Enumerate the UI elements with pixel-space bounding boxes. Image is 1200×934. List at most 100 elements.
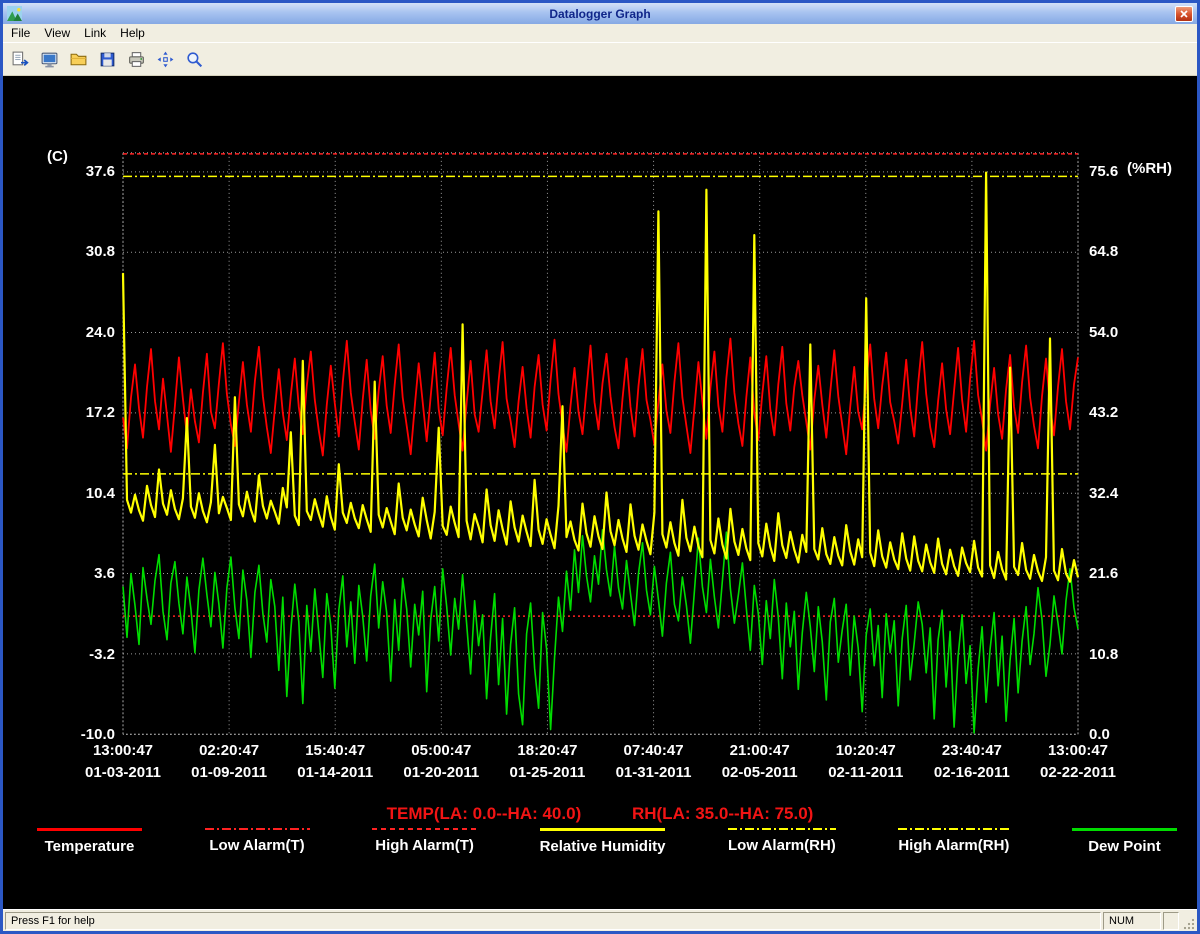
display-graph-button[interactable] <box>36 46 63 73</box>
x-tick-date: 01-14-2011 <box>279 764 391 784</box>
x-tick-date: 01-25-2011 <box>491 764 603 784</box>
x-tick-time: 10:20:47 <box>810 742 922 764</box>
menu-item-help[interactable]: Help <box>113 24 152 42</box>
printer-icon <box>127 50 146 69</box>
menu-item-view[interactable]: View <box>37 24 77 42</box>
x-tick-time: 13:00:47 <box>1022 742 1134 764</box>
magnifier-icon <box>185 50 204 69</box>
zoom-fit-button[interactable] <box>152 46 179 73</box>
legend-swatch-dew-point <box>1072 828 1177 831</box>
temp-alarm-text: TEMP(LA: 0.0--HA: 40.0) <box>387 804 582 823</box>
status-message: Press F1 for help <box>5 912 1101 930</box>
legend-item-low-alarm-rh: Low Alarm(RH) <box>728 828 836 855</box>
legend-label: Dew Point <box>1088 838 1161 855</box>
window-title: Datalogger Graph <box>3 7 1197 21</box>
print-button[interactable] <box>123 46 150 73</box>
right-axis-tick: 64.8 <box>1089 243 1173 261</box>
x-tick-time: 05:00:47 <box>385 742 497 764</box>
x-tick-time: 18:20:47 <box>491 742 603 764</box>
x-axis-tick: 13:00:4702-22-2011 <box>1022 742 1134 784</box>
x-axis-tick: 15:40:4701-14-2011 <box>279 742 391 784</box>
legend-label: Temperature <box>45 838 135 855</box>
legend-label: High Alarm(T) <box>375 837 474 854</box>
left-axis-tick: 30.8 <box>41 243 115 261</box>
resize-grip[interactable] <box>1181 912 1195 930</box>
close-icon <box>1179 9 1189 19</box>
app-window: Datalogger Graph FileViewLinkHelp (C) (%… <box>0 0 1200 934</box>
legend-item-high-alarm-t: High Alarm(T) <box>372 828 477 855</box>
chart-plot[interactable] <box>3 76 1197 909</box>
x-tick-time: 23:40:47 <box>916 742 1028 764</box>
save-icon <box>98 50 117 69</box>
x-tick-date: 02-22-2011 <box>1022 764 1134 784</box>
status-extra-panel <box>1163 912 1179 930</box>
resize-grip-icon <box>1183 918 1195 930</box>
legend-swatch-high-alarm-rh <box>898 828 1009 830</box>
legend-label: Low Alarm(RH) <box>728 837 836 854</box>
status-bar: Press F1 for help NUM <box>3 909 1197 931</box>
right-axis-tick: 43.2 <box>1089 404 1173 422</box>
chart-legend: Temperature Low Alarm(T) High Alarm(T) Rela… <box>37 828 1177 855</box>
legend-swatch-temperature <box>37 828 142 831</box>
left-axis-tick: 37.6 <box>41 163 115 181</box>
save-file-button[interactable] <box>94 46 121 73</box>
left-axis-tick: 3.6 <box>41 565 115 583</box>
legend-label: Relative Humidity <box>540 838 666 855</box>
data-transfer-icon <box>11 50 30 69</box>
alarm-settings-title: TEMP(LA: 0.0--HA: 40.0) RH(LA: 35.0--HA:… <box>3 804 1197 824</box>
right-axis-tick: 75.6 <box>1089 163 1173 181</box>
left-axis-tick: 24.0 <box>41 324 115 342</box>
status-num-indicator: NUM <box>1103 912 1161 930</box>
export-data-button[interactable] <box>7 46 34 73</box>
x-tick-date: 01-31-2011 <box>598 764 710 784</box>
x-axis-tick: 05:00:4701-20-2011 <box>385 742 497 784</box>
legend-item-relative-humidity: Relative Humidity <box>540 828 666 855</box>
x-tick-date: 01-20-2011 <box>385 764 497 784</box>
x-axis-tick: 02:20:4701-09-2011 <box>173 742 285 784</box>
zoom-fit-icon <box>156 50 175 69</box>
x-tick-date: 01-03-2011 <box>67 764 179 784</box>
rh-alarm-text: RH(LA: 35.0--HA: 75.0) <box>632 804 813 823</box>
x-axis-tick: 07:40:4701-31-2011 <box>598 742 710 784</box>
x-tick-date: 01-09-2011 <box>173 764 285 784</box>
legend-swatch-relative-humidity <box>540 828 666 831</box>
x-tick-time: 13:00:47 <box>67 742 179 764</box>
x-tick-time: 15:40:47 <box>279 742 391 764</box>
toolbar <box>3 43 1197 76</box>
close-button[interactable] <box>1175 6 1193 22</box>
x-tick-date: 02-16-2011 <box>916 764 1028 784</box>
zoom-button[interactable] <box>181 46 208 73</box>
chart-area[interactable]: (C) (%RH) TEMP(LA: 0.0--HA: 40.0) RH(LA:… <box>3 76 1197 909</box>
left-axis-tick: 17.2 <box>41 404 115 422</box>
x-tick-time: 07:40:47 <box>598 742 710 764</box>
right-axis-tick: 10.8 <box>1089 646 1173 664</box>
right-axis-tick: 32.4 <box>1089 485 1173 503</box>
legend-swatch-high-alarm-t <box>372 828 477 830</box>
legend-label: Low Alarm(T) <box>209 837 304 854</box>
left-axis-tick: -3.2 <box>41 646 115 664</box>
x-axis-tick: 18:20:4701-25-2011 <box>491 742 603 784</box>
legend-item-high-alarm-rh: High Alarm(RH) <box>898 828 1009 855</box>
menu-item-link[interactable]: Link <box>77 24 113 42</box>
x-tick-time: 02:20:47 <box>173 742 285 764</box>
x-axis-tick: 21:00:4702-05-2011 <box>704 742 816 784</box>
legend-swatch-low-alarm-rh <box>728 828 836 830</box>
menu-bar: FileViewLinkHelp <box>3 24 1197 43</box>
x-tick-time: 21:00:47 <box>704 742 816 764</box>
legend-item-low-alarm-t: Low Alarm(T) <box>205 828 310 855</box>
monitor-icon <box>40 50 59 69</box>
legend-swatch-low-alarm-t <box>205 828 310 830</box>
open-folder-icon <box>69 50 88 69</box>
x-axis-tick: 23:40:4702-16-2011 <box>916 742 1028 784</box>
x-tick-date: 02-05-2011 <box>704 764 816 784</box>
legend-label: High Alarm(RH) <box>898 837 1009 854</box>
legend-item-dew-point: Dew Point <box>1072 828 1177 855</box>
menu-item-file[interactable]: File <box>4 24 37 42</box>
open-file-button[interactable] <box>65 46 92 73</box>
series-relative-humidity <box>123 173 1078 582</box>
x-tick-date: 02-11-2011 <box>810 764 922 784</box>
title-bar[interactable]: Datalogger Graph <box>3 3 1197 24</box>
right-axis-tick: 54.0 <box>1089 324 1173 342</box>
x-axis-tick: 10:20:4702-11-2011 <box>810 742 922 784</box>
right-axis-tick: 21.6 <box>1089 565 1173 583</box>
